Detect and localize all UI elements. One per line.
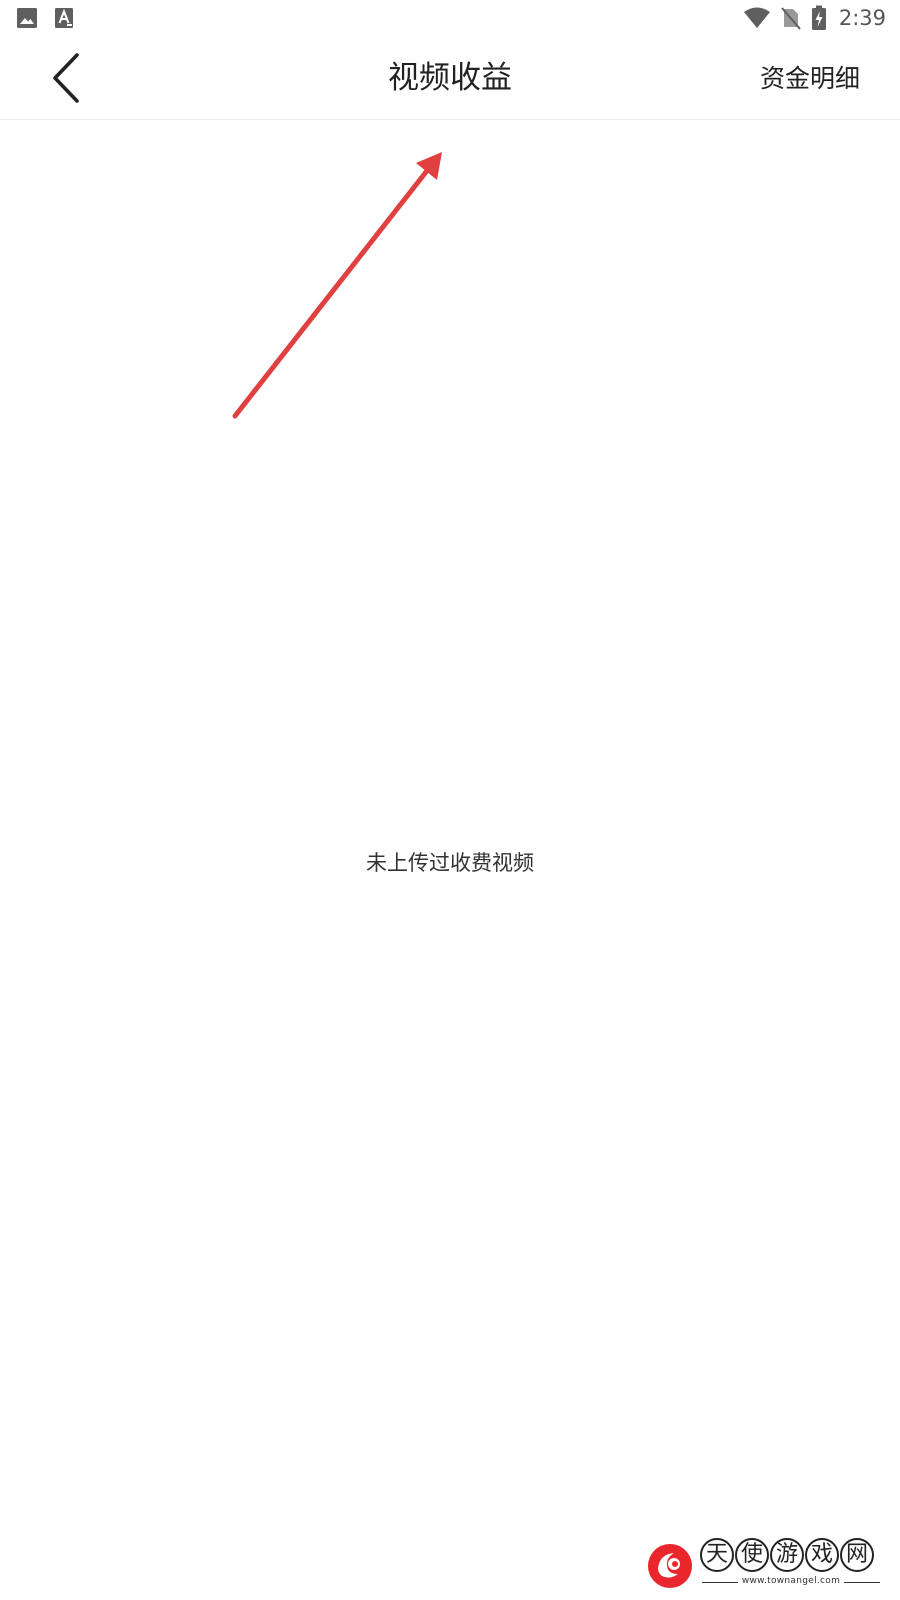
annotation-arrow-shaft [232,169,429,419]
watermark-char: 使 [735,1538,769,1572]
watermark-char: 网 [840,1538,874,1572]
nav-bar: 视频收益 资金明细 [0,36,900,120]
empty-state-message: 未上传过收费视频 [366,851,534,875]
status-right-icons: 2:39 [743,4,886,32]
no-sim-icon [781,7,801,30]
font-icon [55,8,73,28]
status-left-icons [16,6,74,30]
status-time: 2:39 [838,6,886,30]
status-bar: 2:39 [0,0,900,36]
watermark-char: 戏 [805,1538,839,1572]
watermark-logo-icon [648,1544,692,1588]
battery-charging-icon [811,5,826,30]
watermark-url: www.townangel.com [702,1576,880,1586]
annotation-arrow [232,152,442,419]
funds-details-button[interactable]: 资金明细 [760,62,860,96]
wifi-icon [743,7,770,28]
image-icon [17,8,37,28]
watermark: 天 使 游 戏 网 www.townangel.com [644,1534,890,1594]
watermark-chars: 天 使 游 戏 网 [700,1538,874,1572]
annotation-arrow-head [416,152,442,180]
watermark-char: 天 [700,1538,734,1572]
watermark-char: 游 [770,1538,804,1572]
